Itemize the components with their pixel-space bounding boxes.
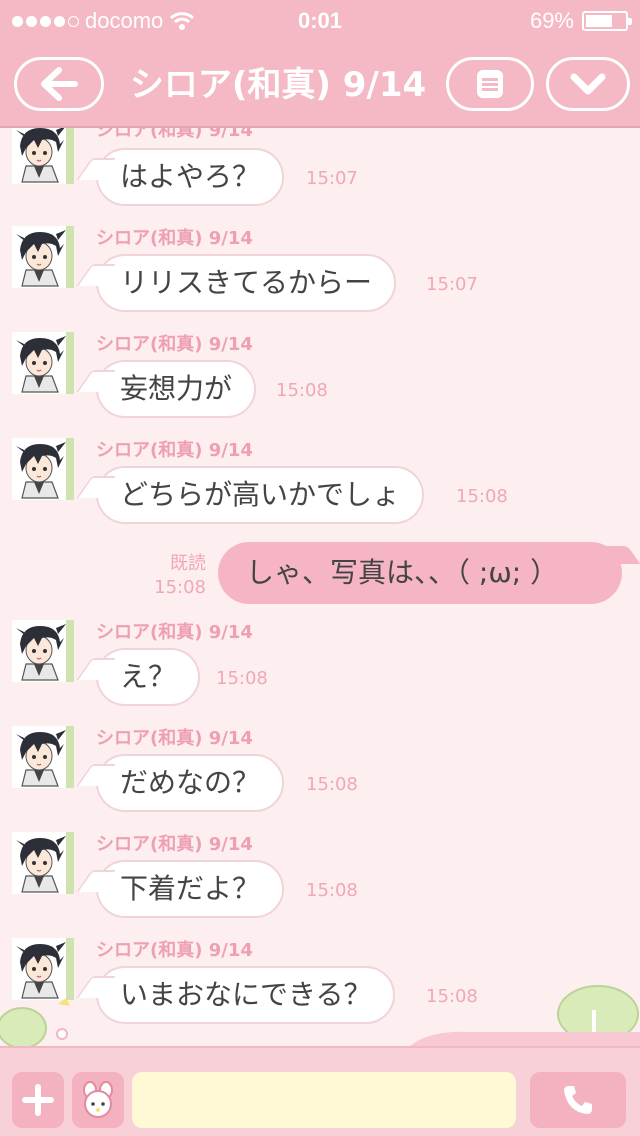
chat-title: シロア(和真) 9/14	[129, 65, 427, 105]
message-time: 15:07	[306, 168, 358, 189]
menu-icon	[477, 70, 503, 98]
arrow-left-icon	[41, 67, 78, 101]
phone-icon	[564, 1086, 592, 1114]
message-bubble[interactable]: はよやろ？	[96, 148, 285, 206]
chat-header: シロア(和真) 9/14	[0, 40, 640, 128]
expand-button[interactable]	[546, 57, 630, 111]
avatar[interactable]	[12, 332, 74, 394]
bush-decoration-icon	[0, 998, 70, 1046]
message-time: 15:08	[154, 577, 206, 598]
message-time: 15:08	[306, 880, 358, 901]
message-bubble[interactable]: リリスきてるからー	[96, 254, 397, 312]
avatar[interactable]	[12, 128, 74, 184]
call-button[interactable]	[530, 1072, 626, 1128]
message-input-bar	[0, 1046, 640, 1136]
message-time: 15:08	[216, 668, 268, 689]
message-bubble[interactable]: だめなの？	[96, 754, 285, 812]
message-item: シロア(和真) 9/14 下着だよ？ 15:08	[0, 830, 640, 930]
message-item: シロア(和真) 9/14 え？ 15:08	[0, 618, 640, 718]
message-time: 15:08	[426, 986, 478, 1007]
message-item: シロア(和真) 9/14 いまおなにできる？ 15:08	[0, 936, 640, 1036]
outgoing-bubble[interactable]: しゃ、写真は、、（ ;ω; ）	[218, 542, 622, 604]
add-button[interactable]	[12, 1072, 64, 1128]
battery-percent: 69%	[529, 8, 574, 33]
message-time: 15:08	[276, 380, 328, 401]
message-item: シロア(和真) 9/14 妄想力が 15:08	[0, 330, 640, 430]
battery-status: 69%	[529, 8, 632, 34]
sender-name: シロア(和真) 9/14	[96, 228, 253, 249]
battery-icon	[582, 11, 632, 31]
message-time: 15:08	[306, 774, 358, 795]
message-bubble[interactable]: いまおなにできる？	[96, 966, 396, 1024]
avatar[interactable]	[12, 226, 74, 288]
read-label: 既読	[170, 553, 206, 574]
message-bubble[interactable]: え？	[96, 648, 201, 706]
avatar[interactable]	[12, 726, 74, 788]
sender-name: シロア(和真) 9/14	[96, 834, 253, 855]
avatar[interactable]	[12, 620, 74, 682]
message-bubble[interactable]: 妄想力が	[96, 360, 257, 418]
message-bubble[interactable]: どちらが高いかでしょ	[96, 466, 425, 524]
read-receipt: 既読 15:08	[150, 552, 206, 600]
menu-button[interactable]	[446, 57, 534, 111]
message-input[interactable]	[132, 1072, 516, 1128]
message-item: シロア(和真) 9/14 リリスきてるからー 15:07	[0, 224, 640, 324]
sender-name: シロア(和真) 9/14	[96, 440, 253, 461]
message-item: シロア(和真) 9/14 だめなの？ 15:08	[0, 724, 640, 824]
message-item: シロア(和真) 9/14 はよやろ？ 15:07	[0, 128, 640, 210]
ground-decoration-icon	[410, 1031, 640, 1046]
sticker-icon	[83, 1081, 113, 1118]
sender-name: シロア(和真) 9/14	[96, 728, 253, 749]
status-bar: docomo 0:01 69%	[0, 0, 640, 40]
sender-name: シロア(和真) 9/14	[96, 940, 253, 961]
avatar[interactable]	[12, 832, 74, 894]
message-bubble[interactable]: 下着だよ？	[96, 860, 285, 918]
sender-name: シロア(和真) 9/14	[96, 128, 253, 141]
back-button[interactable]	[14, 57, 104, 111]
message-time: 15:07	[426, 274, 478, 295]
chat-area[interactable]: シロア(和真) 9/14 はよやろ？ 15:07 シロア(和真) 9/14 リリ…	[0, 128, 640, 1046]
sender-name: シロア(和真) 9/14	[96, 622, 253, 643]
sender-name: シロア(和真) 9/14	[96, 334, 253, 355]
plus-icon	[22, 1084, 54, 1116]
chevron-down-icon	[570, 73, 606, 95]
sticker-button[interactable]	[72, 1072, 124, 1128]
message-item: シロア(和真) 9/14 どちらが高いかでしょ 15:08	[0, 436, 640, 536]
avatar[interactable]	[12, 438, 74, 500]
message-time: 15:08	[456, 486, 508, 507]
